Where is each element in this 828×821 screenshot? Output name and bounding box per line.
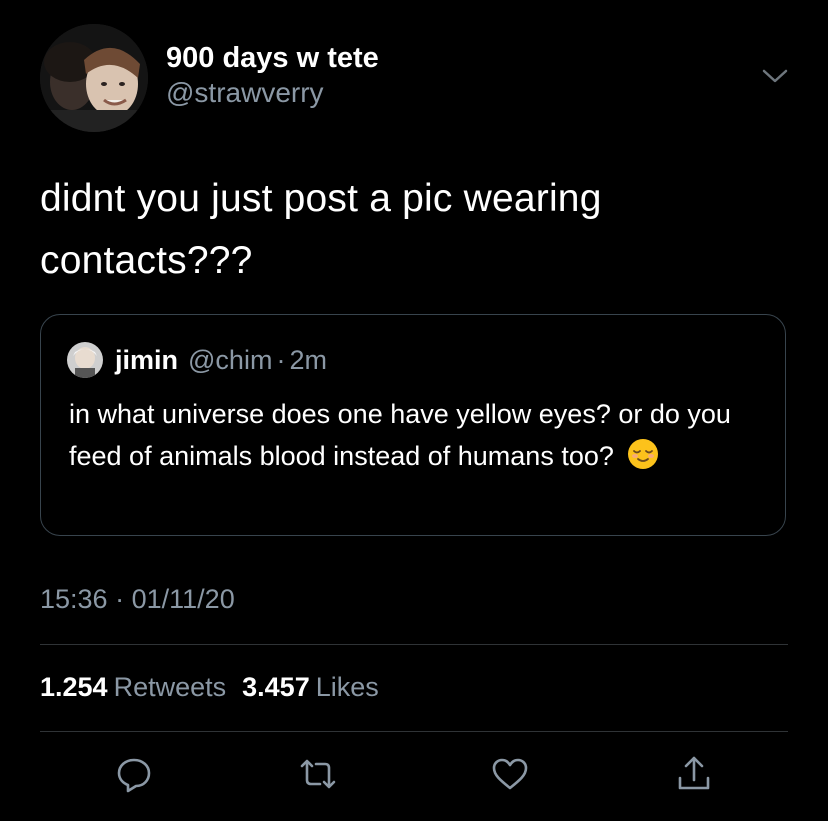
author-display-name[interactable]: 900 days w tete — [166, 40, 379, 76]
divider — [40, 644, 788, 645]
tweet-text-line: didnt you just post a pic wearing — [40, 177, 602, 220]
reply-icon[interactable] — [112, 752, 156, 796]
retweet-icon[interactable] — [296, 752, 340, 796]
tweet-text: didnt you just post a pic wearing contac… — [40, 168, 780, 292]
tweet-actions — [0, 752, 828, 802]
retweets-label[interactable]: Retweets — [114, 672, 227, 702]
divider — [40, 731, 788, 732]
author-name-block[interactable]: 900 days w tete @strawverry — [166, 40, 379, 110]
author-avatar[interactable] — [40, 24, 148, 132]
timestamp-date: 01/11/20 — [131, 584, 235, 614]
likes-label[interactable]: Likes — [316, 672, 379, 702]
share-icon[interactable] — [672, 752, 716, 796]
tweet-timestamp[interactable]: 15:36 · 01/11/20 — [40, 584, 235, 615]
quoted-author-avatar — [67, 342, 103, 378]
likes-count[interactable]: 3.457 — [242, 672, 310, 702]
chevron-down-icon[interactable] — [760, 66, 790, 86]
quoted-tweet-card[interactable]: jimin @chim · 2m in what universe does o… — [40, 314, 786, 536]
quoted-tweet-text: in what universe does one have yellow ey… — [69, 393, 769, 477]
retweets-count[interactable]: 1.254 — [40, 672, 108, 702]
timestamp-separator: · — [115, 584, 125, 614]
timestamp-time: 15:36 — [40, 584, 108, 614]
like-icon[interactable] — [488, 752, 532, 796]
quoted-tweet-header: jimin @chim · 2m — [67, 341, 327, 379]
quoted-author-handle: @chim — [188, 344, 273, 375]
relieved-face-icon — [627, 438, 659, 470]
tweet-stats: 1.254 Retweets 3.457 Likes — [40, 672, 395, 703]
quoted-author-name: jimin — [115, 344, 179, 375]
tweet-header: 900 days w tete @strawverry — [40, 24, 800, 134]
quoted-separator: · — [276, 344, 286, 375]
author-handle[interactable]: @strawverry — [166, 76, 379, 110]
quoted-tweet-time: 2m — [289, 344, 327, 375]
tweet-text-line: contacts??? — [40, 239, 253, 282]
